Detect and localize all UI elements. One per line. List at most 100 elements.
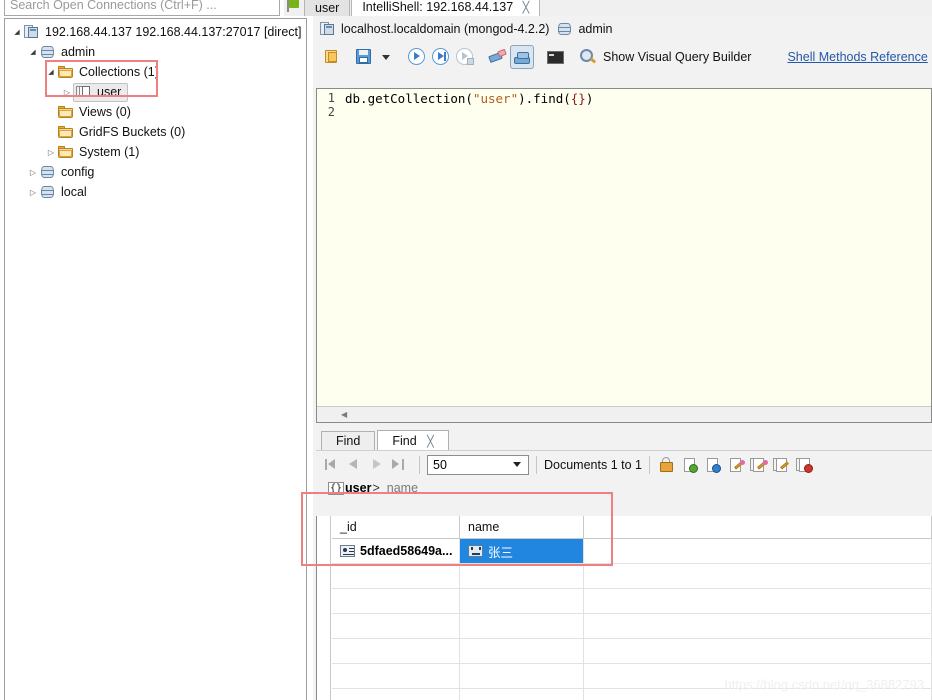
expand-arrow-icon[interactable] <box>45 62 57 82</box>
tree-node-server[interactable]: 192.168.44.137 192.168.44.137:27017 [dir… <box>5 22 306 42</box>
results-tab-find-2[interactable]: Find ╳ <box>377 430 449 450</box>
grid-empty-cell[interactable] <box>460 564 584 588</box>
tree-node-admin[interactable]: admin <box>5 42 306 62</box>
expand-arrow-icon[interactable] <box>27 182 39 202</box>
tree-node-user[interactable]: user <box>5 82 306 102</box>
grid-header-id[interactable]: _id <box>332 516 460 538</box>
breadcrumb-collection[interactable]: user <box>345 481 371 495</box>
expand-arrow-icon[interactable] <box>61 82 73 102</box>
folder-icon <box>57 64 74 80</box>
tree-node-views[interactable]: Views (0) <box>5 102 306 122</box>
lock-icon[interactable] <box>657 456 677 474</box>
tree-node-gridfs[interactable]: GridFS Buckets (0) <box>5 122 306 142</box>
code-editor-body[interactable]: 1 2 db.getCollection("user").find({}) <box>317 89 931 406</box>
first-page-icon[interactable] <box>324 456 341 473</box>
tree-node-local[interactable]: local <box>5 182 306 202</box>
page-size-select[interactable]: 50 <box>427 454 529 475</box>
grid-cell-id[interactable]: 5dfaed58649a... <box>332 539 460 563</box>
delete-documents-icon[interactable] <box>795 456 815 474</box>
grid-empty-cell[interactable] <box>584 564 932 588</box>
server-icon <box>23 24 40 40</box>
editor-horizontal-scrollbar[interactable]: ◀ <box>317 406 931 422</box>
grid-empty-row[interactable] <box>332 589 932 614</box>
expand-arrow-icon[interactable] <box>11 22 23 42</box>
save-icon[interactable] <box>352 45 376 69</box>
edit-documents-icon[interactable] <box>749 456 769 474</box>
view-document-json-icon[interactable] <box>703 456 723 474</box>
tree-node-config[interactable]: config <box>5 162 306 182</box>
grid-empty-cell[interactable] <box>332 564 460 588</box>
grid-empty-row[interactable] <box>332 614 932 639</box>
tree-node-user-selection[interactable]: user <box>73 82 129 102</box>
watermark: https://blog.csdn.net/qq_36882793 <box>724 677 925 692</box>
grid-empty-cell[interactable] <box>332 689 460 700</box>
connection-tree-panel[interactable]: 192.168.44.137 192.168.44.137:27017 [dir… <box>4 18 307 700</box>
app-window: Search Open Connections (Ctrl+F) ... use… <box>0 0 932 700</box>
grid-header-name[interactable]: name <box>460 516 584 538</box>
execute-icon[interactable] <box>405 45 429 69</box>
execute-all-icon[interactable] <box>429 45 453 69</box>
shell-output-icon[interactable] <box>510 45 534 69</box>
grid-content: _id name 5dfaed58649a... 张三 <box>332 516 932 700</box>
next-page-icon[interactable] <box>368 456 385 473</box>
grid-empty-cell[interactable] <box>332 614 460 638</box>
breadcrumb-field[interactable]: name <box>387 481 418 495</box>
chevron-down-icon[interactable] <box>513 462 521 467</box>
previous-page-icon[interactable] <box>346 456 363 473</box>
visual-query-builder-label[interactable]: Show Visual Query Builder <box>603 50 751 64</box>
grid-empty-cell[interactable] <box>584 589 932 613</box>
add-document-icon[interactable] <box>680 456 700 474</box>
code-string: "user" <box>472 91 519 106</box>
grid-empty-cell[interactable] <box>332 664 460 688</box>
panel-divider[interactable] <box>308 16 312 700</box>
code-text[interactable]: db.getCollection("user").find({}) <box>339 89 931 406</box>
grid-empty-cell[interactable] <box>332 639 460 663</box>
green-flag-icon <box>286 0 302 14</box>
table-row[interactable]: 5dfaed58649a... 张三 <box>332 539 932 564</box>
grid-cell-name[interactable]: 张三 <box>460 539 584 563</box>
search-input[interactable]: Search Open Connections (Ctrl+F) ... <box>4 0 280 16</box>
terminal-icon[interactable] <box>543 45 567 69</box>
scroll-left-icon[interactable]: ◀ <box>341 410 347 419</box>
grid-empty-row[interactable] <box>332 639 932 664</box>
connection-tree: 192.168.44.137 192.168.44.137:27017 [dir… <box>5 19 306 202</box>
grid-empty-cell[interactable] <box>460 589 584 613</box>
search-input-text: Search Open Connections (Ctrl+F) ... <box>10 0 217 12</box>
expand-arrow-icon[interactable] <box>27 162 39 182</box>
tab-user[interactable]: user <box>304 0 351 16</box>
code-editor[interactable]: 1 2 db.getCollection("user").find({}) ◀ <box>316 88 932 423</box>
tree-node-collections[interactable]: Collections (1) <box>5 62 306 82</box>
visual-query-builder-icon[interactable] <box>576 45 600 69</box>
grid-empty-cell[interactable] <box>332 589 460 613</box>
connection-database-label: admin <box>578 22 613 36</box>
grid-empty-cell[interactable] <box>460 664 584 688</box>
close-icon[interactable]: ╳ <box>523 2 530 14</box>
execute-step-icon[interactable] <box>453 45 477 69</box>
expand-arrow-icon[interactable] <box>45 142 57 162</box>
grid-empty-row[interactable] <box>332 564 932 589</box>
grid-cell-name-value: 张三 <box>488 545 514 560</box>
expand-arrow-icon[interactable] <box>27 42 39 62</box>
shell-methods-reference-link[interactable]: Shell Methods Reference <box>787 50 927 64</box>
results-grid[interactable]: _id name 5dfaed58649a... 张三 <box>316 516 932 700</box>
grid-empty-cell[interactable] <box>460 614 584 638</box>
tree-node-admin-label: admin <box>61 45 96 59</box>
clear-shell-icon[interactable] <box>486 45 510 69</box>
results-tab-find-1[interactable]: Find <box>321 431 376 450</box>
grid-row-gutter[interactable] <box>317 516 331 700</box>
folder-icon <box>57 144 74 160</box>
tree-node-system[interactable]: System (1) <box>5 142 306 162</box>
clone-document-icon[interactable] <box>772 456 792 474</box>
grid-empty-cell[interactable] <box>584 614 932 638</box>
tab-intellishell[interactable]: IntelliShell: 192.168.44.137 ╳ <box>351 0 541 16</box>
last-page-icon[interactable] <box>390 456 407 473</box>
edit-document-icon[interactable] <box>726 456 746 474</box>
grid-empty-cell[interactable] <box>460 689 584 700</box>
tree-node-user-label: user <box>97 85 122 99</box>
chevron-down-icon[interactable] <box>382 54 390 60</box>
grid-empty-cell[interactable] <box>460 639 584 663</box>
close-icon[interactable]: ╳ <box>427 436 434 448</box>
grid-empty-cell[interactable] <box>584 639 932 663</box>
grid-cell-blank[interactable] <box>584 539 932 563</box>
new-file-icon[interactable] <box>320 45 344 69</box>
